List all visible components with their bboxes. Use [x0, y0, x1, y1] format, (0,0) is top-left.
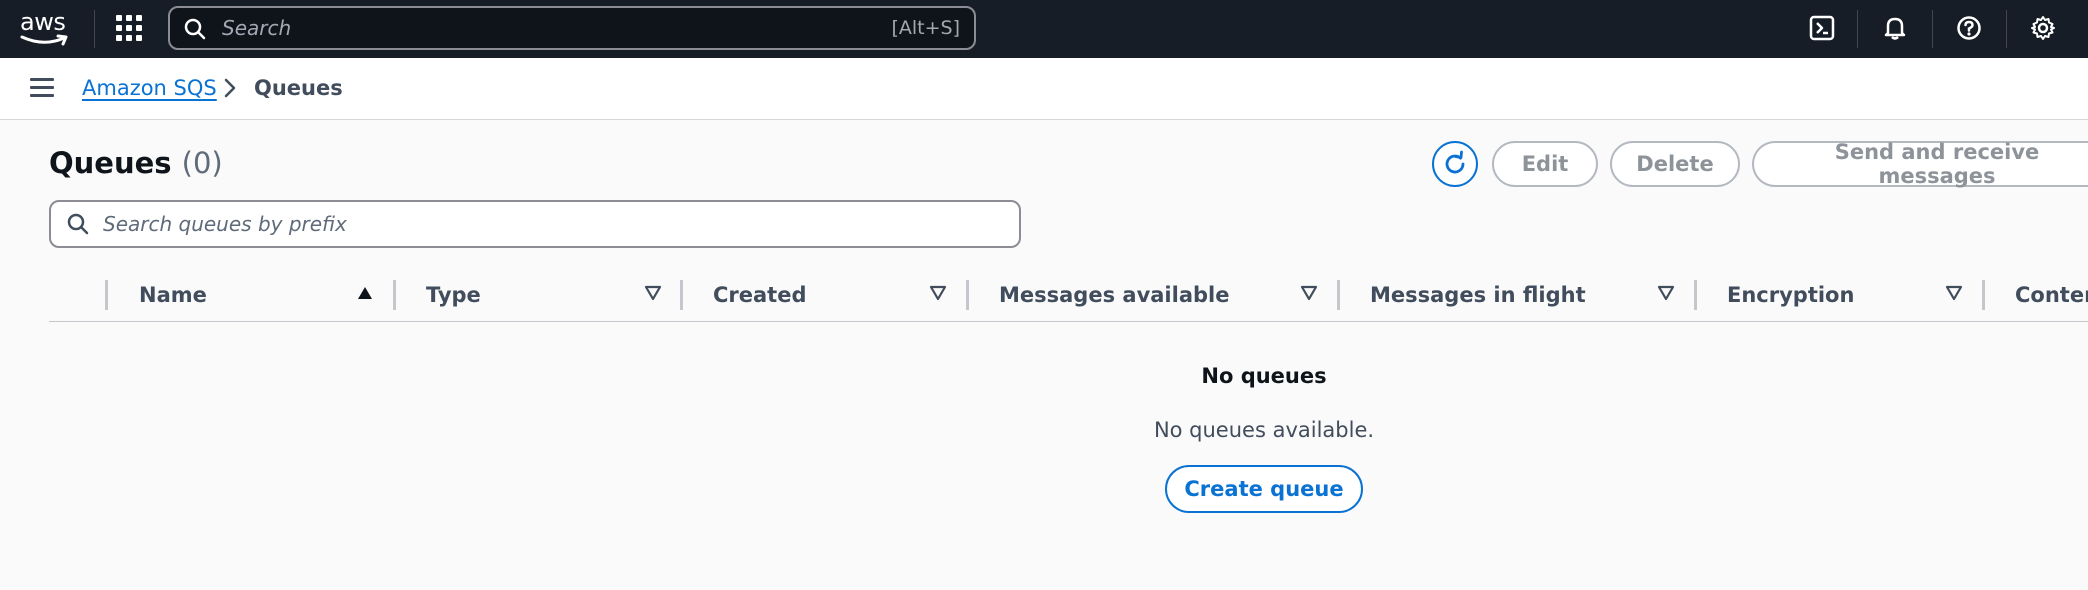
column-divider[interactable]	[393, 280, 396, 310]
search-icon	[184, 18, 206, 40]
column-header-messages-in-flight[interactable]: Messages in flight	[1370, 280, 1586, 310]
queue-count: (0)	[181, 146, 223, 180]
global-search[interactable]: [Alt+S]	[168, 6, 976, 50]
sort-caret-down-icon[interactable]	[1657, 284, 1675, 302]
chevron-right-icon	[224, 78, 236, 98]
column-divider[interactable]	[1337, 280, 1340, 310]
services-menu-icon[interactable]	[116, 15, 144, 43]
send-receive-messages-button[interactable]: Send and receive messages	[1752, 140, 2088, 188]
sort-caret-down-icon[interactable]	[929, 284, 947, 302]
refresh-icon	[1445, 150, 1465, 174]
column-header-type[interactable]: Type	[426, 280, 481, 310]
nav-divider	[1932, 10, 1933, 48]
edit-button[interactable]: Edit	[1492, 141, 1598, 187]
help-icon[interactable]	[1954, 13, 1984, 43]
column-header-name[interactable]: Name	[139, 280, 207, 310]
search-shortcut-hint: [Alt+S]	[891, 17, 960, 39]
top-navigation: aws [Alt+S]	[0, 0, 2088, 58]
column-header-messages-available[interactable]: Messages available	[999, 280, 1229, 310]
nav-divider	[1857, 10, 1858, 48]
aws-logo-text: aws	[20, 8, 66, 36]
column-divider[interactable]	[1982, 280, 1985, 310]
sort-ascending-icon[interactable]	[356, 284, 374, 302]
refresh-button[interactable]	[1432, 141, 1478, 187]
aws-smile-icon	[20, 34, 68, 46]
page-title: Queues (0)	[49, 146, 223, 180]
breadcrumb-amazon-sqs[interactable]: Amazon SQS	[82, 76, 217, 100]
empty-state-description: No queues available.	[1153, 418, 1375, 442]
cloudshell-icon[interactable]	[1807, 13, 1837, 43]
delete-button[interactable]: Delete	[1610, 141, 1740, 187]
bell-icon[interactable]	[1880, 13, 1910, 43]
column-header-encryption[interactable]: Encryption	[1727, 280, 1854, 310]
column-header-created[interactable]: Created	[713, 280, 807, 310]
page-title-text: Queues	[49, 146, 172, 180]
table-header: Name Type Created Messages available Mes…	[49, 272, 2088, 322]
aws-logo[interactable]: aws	[20, 8, 70, 46]
menu-icon[interactable]	[30, 78, 54, 100]
empty-state-title: No queues	[1201, 364, 1327, 388]
nav-divider	[2006, 10, 2007, 48]
create-queue-button[interactable]: Create queue	[1165, 465, 1363, 513]
column-divider[interactable]	[1694, 280, 1697, 310]
column-header-content[interactable]: Content	[2015, 280, 2088, 310]
gear-icon[interactable]	[2028, 13, 2058, 43]
nav-divider	[94, 10, 95, 48]
sort-caret-down-icon[interactable]	[1300, 284, 1318, 302]
search-icon	[67, 213, 89, 235]
global-search-input[interactable]	[222, 14, 822, 42]
breadcrumb-bar: Amazon SQS Queues	[0, 58, 2088, 120]
sort-caret-down-icon[interactable]	[644, 284, 662, 302]
queue-search-input[interactable]	[103, 210, 983, 238]
column-divider[interactable]	[680, 280, 683, 310]
column-divider[interactable]	[966, 280, 969, 310]
sort-caret-down-icon[interactable]	[1945, 284, 1963, 302]
queue-search[interactable]	[49, 200, 1021, 248]
breadcrumb-current: Queues	[254, 76, 343, 100]
column-divider[interactable]	[105, 280, 108, 310]
